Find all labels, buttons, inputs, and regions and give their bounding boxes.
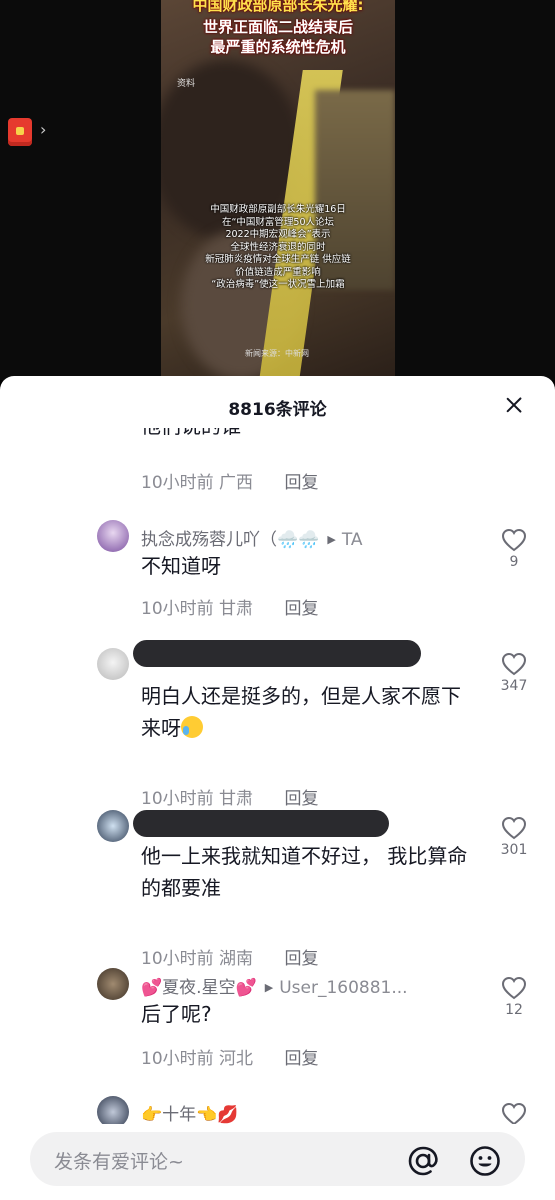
comment-meta: 10小时前 甘肃 回复 (141, 594, 318, 619)
at-sign-icon[interactable] (406, 1144, 440, 1178)
caption-line: 在“中国财富管理50人论坛 (221, 216, 334, 228)
comment-time: 10小时前 (141, 1049, 214, 1069)
reply-arrow-icon: ▶ (327, 533, 336, 546)
comment-input-bar: 发条有爱评论~ (0, 1124, 555, 1200)
username-text: 👉十年👈💋 (141, 1105, 239, 1125)
reply-button[interactable]: 回复 (284, 789, 318, 809)
heart-outline-icon (501, 652, 527, 676)
video-source: 新闻来源：中新网 (245, 349, 309, 358)
comment-input-placeholder: 发条有爱评论~ (54, 1151, 184, 1173)
reply-button[interactable]: 回复 (284, 599, 318, 619)
video-frame[interactable]: 中国财政部原部长朱光耀: 世界正面临二战结束后 最严重的系统性危机 资料 中国财… (161, 0, 395, 376)
comment-input[interactable]: 发条有爱评论~ (30, 1132, 525, 1186)
red-packet-icon[interactable] (8, 118, 32, 146)
video-title-line2: 世界正面临二战结束后 (202, 18, 353, 36)
comment-text: 明白人还是挺多的，但是人家不愿下来呀 (141, 680, 471, 744)
username-text: 执念成殇蓉儿吖（🌧️🌧️ (141, 530, 320, 550)
comment-meta: 10小时前 甘肃 回复 (141, 784, 318, 809)
chevron-right-icon[interactable]: › (40, 120, 46, 139)
reply-button[interactable]: 回复 (284, 949, 318, 969)
comment-region: 广西 (219, 473, 254, 493)
like-button[interactable]: 12 (494, 976, 534, 1018)
reply-arrow-icon: ▶ (264, 981, 274, 994)
like-button[interactable]: 347 (494, 652, 534, 694)
comment-username[interactable]: 💕夏夜.星空💕 ▶ User_160881... (141, 973, 408, 998)
like-button[interactable]: 9 (494, 528, 534, 570)
username-text: 💕夏夜.星空💕 (141, 978, 257, 998)
comment-list[interactable]: 他们说的谁 10 10小时前 广西 回复 执念成殇蓉儿吖（🌧️🌧️ ▶ TA 不知道… (0, 428, 555, 1128)
reply-to-user[interactable]: User_160881... (279, 978, 407, 998)
caption-line: “政治病毒”使这一状况雪上加霜 (211, 279, 345, 290)
avatar[interactable] (97, 520, 129, 552)
video-caption: 中国财政部原副部长朱光耀16日 在“中国财富管理50人论坛 2022中期宏观峰会… (171, 204, 385, 292)
comment-time: 10小时前 (141, 473, 214, 493)
video-player[interactable]: 中国财政部原部长朱光耀: 世界正面临二战结束后 最严重的系统性危机 资料 中国财… (0, 0, 555, 380)
caption-line: 全球性经济衰退的同时 (230, 241, 326, 253)
like-count: 10 (504, 428, 522, 430)
reply-to-user[interactable]: TA (342, 530, 363, 550)
comment-time: 10小时前 (141, 949, 214, 969)
redacted-username (133, 640, 421, 667)
smiley-icon[interactable] (468, 1144, 502, 1178)
heart-outline-icon (501, 816, 527, 840)
comment-text: 他一上来我就知道不好过， 我比算命的都要准 (141, 844, 468, 900)
redacted-username (133, 810, 389, 837)
heart-outline-icon (501, 528, 527, 552)
caption-line: 2022中期宏观峰会”表示 (225, 229, 331, 240)
avatar[interactable] (97, 648, 129, 680)
caption-line: 中国财政部原副部长朱光耀16日 (210, 204, 346, 215)
comment-text: 他们说的谁 (141, 428, 241, 439)
panel-header: 8816条评论 (0, 376, 555, 436)
avatar[interactable] (97, 968, 129, 1000)
comment-meta: 10小时前 湖南 回复 (141, 944, 318, 969)
video-tag: 资料 (177, 79, 196, 89)
comment-meta: 10小时前 广西 回复 (141, 468, 318, 493)
comment-text: 后了呢? (141, 1002, 212, 1026)
caption-line: 新冠肺炎疫情对全球生产链 供应链 (205, 254, 351, 265)
video-title-line3: 最严重的系统性危机 (210, 38, 346, 56)
comment-text: 不知道呀 (141, 554, 221, 578)
like-count: 347 (500, 678, 528, 694)
caption-line: 价值链造成严重影响 (235, 266, 321, 278)
heart-outline-icon (501, 1102, 527, 1126)
like-count: 301 (500, 842, 528, 858)
comment-username[interactable]: 👉十年👈💋 (141, 1100, 239, 1125)
like-count: 12 (505, 1002, 523, 1018)
reply-button[interactable]: 回复 (284, 473, 318, 493)
crying-emoji-icon (181, 716, 203, 738)
comment-time: 10小时前 (141, 599, 214, 619)
like-button[interactable] (494, 1102, 534, 1126)
comment-time: 10小时前 (141, 789, 214, 809)
avatar[interactable] (97, 810, 129, 842)
reply-button[interactable]: 回复 (284, 1049, 318, 1069)
comment-meta: 10小时前 河北 回复 (141, 1044, 318, 1069)
comment-region: 甘肃 (219, 599, 254, 619)
close-icon[interactable] (501, 392, 527, 418)
comment-region: 甘肃 (219, 789, 254, 809)
comment-count: 8816条评论 (228, 400, 327, 420)
like-button[interactable]: 301 (494, 816, 534, 858)
comment-username[interactable]: 执念成殇蓉儿吖（🌧️🌧️ ▶ TA (141, 525, 363, 550)
video-title-line1: 中国财政部原部长朱光耀: (192, 0, 364, 14)
comment-region: 湖南 (219, 949, 254, 969)
heart-outline-icon (501, 976, 527, 1000)
like-count: 9 (509, 554, 519, 570)
comment-region: 河北 (219, 1049, 254, 1069)
comment-panel: 8816条评论 他们说的谁 10 10小时前 广西 回复 执念成殇蓉儿吖（🌧️🌧… (0, 376, 555, 1200)
